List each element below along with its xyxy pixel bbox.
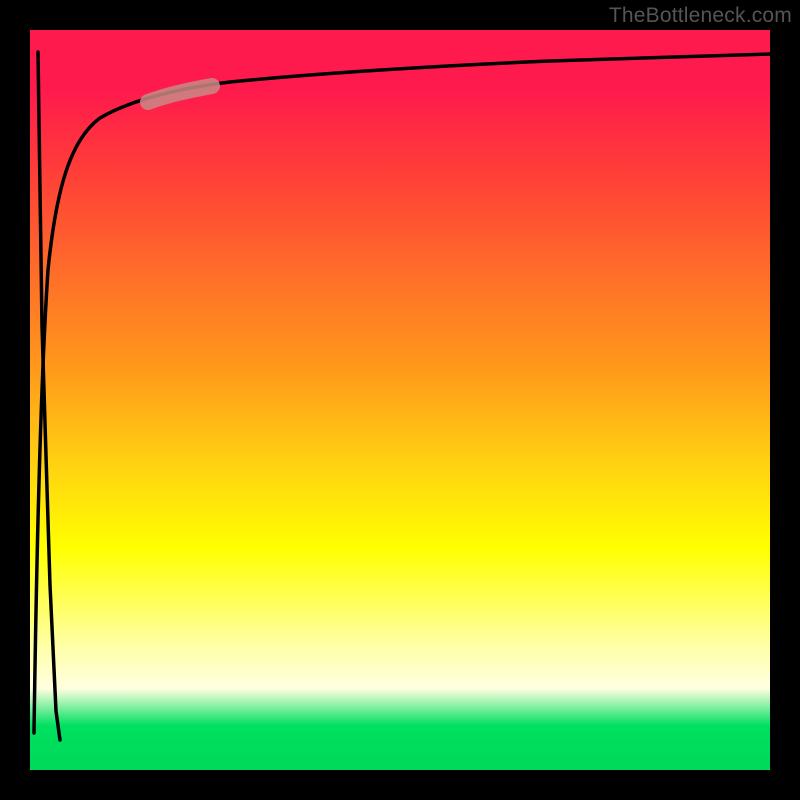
- highlight-segment: [148, 86, 212, 102]
- chart-stage: TheBottleneck.com: [0, 0, 800, 800]
- curve-layer: [30, 30, 770, 770]
- main-curve-path: [34, 54, 770, 733]
- plot-area: [30, 30, 770, 770]
- watermark-text: TheBottleneck.com: [609, 4, 792, 28]
